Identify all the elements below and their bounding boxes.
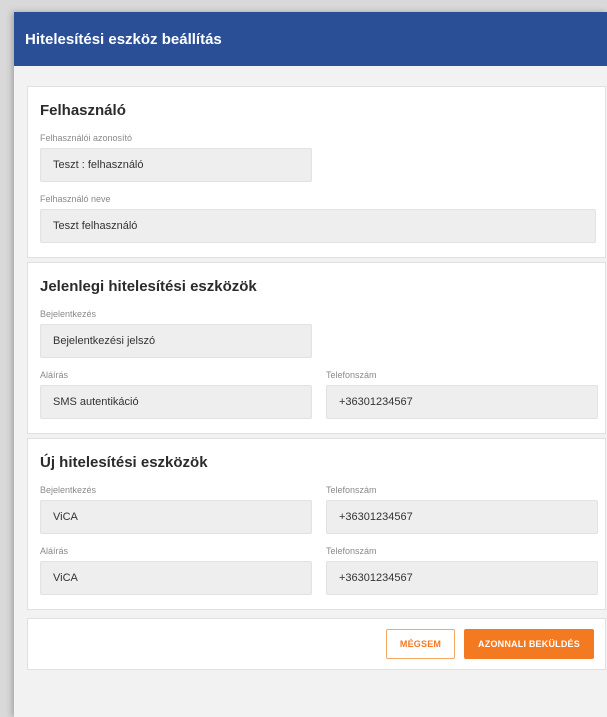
cancel-button[interactable]: MÉGSEM <box>386 629 455 659</box>
user-section: Felhasználó Felhasználói azonosító Teszt… <box>27 86 606 258</box>
dialog-content: Felhasználó Felhasználói azonosító Teszt… <box>14 66 607 670</box>
new-signature-label: Aláírás <box>40 546 69 556</box>
new-signature-phone-value: +36301234567 <box>326 561 598 595</box>
user-id-label: Felhasználói azonosító <box>40 133 133 143</box>
current-signature-field: Aláírás SMS autentikáció <box>40 370 312 419</box>
user-id-value: Teszt : felhasználó <box>40 148 312 182</box>
new-login-phone-value: +36301234567 <box>326 500 598 534</box>
new-signature-phone-label: Telefonszám <box>326 546 377 556</box>
current-phone-value: +36301234567 <box>326 385 598 419</box>
new-signature-phone-field: Telefonszám +36301234567 <box>326 546 598 595</box>
current-login-label: Bejelentkezés <box>40 309 97 319</box>
user-name-field: Felhasználó neve Teszt felhasználó <box>40 194 596 243</box>
submit-now-button[interactable]: AZONNALI BEKÜLDÉS <box>464 629 594 659</box>
new-login-phone-field: Telefonszám +36301234567 <box>326 485 598 534</box>
user-name-label: Felhasználó neve <box>40 194 111 204</box>
dialog-footer: MÉGSEM AZONNALI BEKÜLDÉS <box>27 618 606 670</box>
dialog-title: Hitelesítési eszköz beállítás <box>14 12 607 66</box>
user-id-field: Felhasználói azonosító Teszt : felhaszná… <box>40 133 593 182</box>
current-phone-field: Telefonszám +36301234567 <box>326 370 598 419</box>
new-login-value: ViCA <box>40 500 312 534</box>
new-signature-field: Aláírás ViCA <box>40 546 312 595</box>
user-name-value: Teszt felhasználó <box>40 209 596 243</box>
current-login-field: Bejelentkezés Bejelentkezési jelszó <box>40 309 593 358</box>
new-devices-section: Új hitelesítési eszközök Bejelentkezés V… <box>27 438 606 610</box>
user-section-title: Felhasználó <box>40 102 126 119</box>
new-login-row: Bejelentkezés ViCA Telefonszám +36301234… <box>40 485 598 546</box>
new-login-field: Bejelentkezés ViCA <box>40 485 312 534</box>
current-devices-section: Jelenlegi hitelesítési eszközök Bejelent… <box>27 262 606 434</box>
new-signature-value: ViCA <box>40 561 312 595</box>
current-signature-value: SMS autentikáció <box>40 385 312 419</box>
new-signature-row: Aláírás ViCA Telefonszám +36301234567 <box>40 546 598 595</box>
new-devices-title: Új hitelesítési eszközök <box>40 454 208 471</box>
current-signature-row: Aláírás SMS autentikáció Telefonszám +36… <box>40 370 598 419</box>
new-login-phone-label: Telefonszám <box>326 485 377 495</box>
current-devices-title: Jelenlegi hitelesítési eszközök <box>40 278 257 295</box>
new-login-label: Bejelentkezés <box>40 485 97 495</box>
current-phone-label: Telefonszám <box>326 370 377 380</box>
current-signature-label: Aláírás <box>40 370 69 380</box>
current-login-value: Bejelentkezési jelszó <box>40 324 312 358</box>
auth-device-settings-dialog: Hitelesítési eszköz beállítás Felhasznál… <box>14 12 607 717</box>
